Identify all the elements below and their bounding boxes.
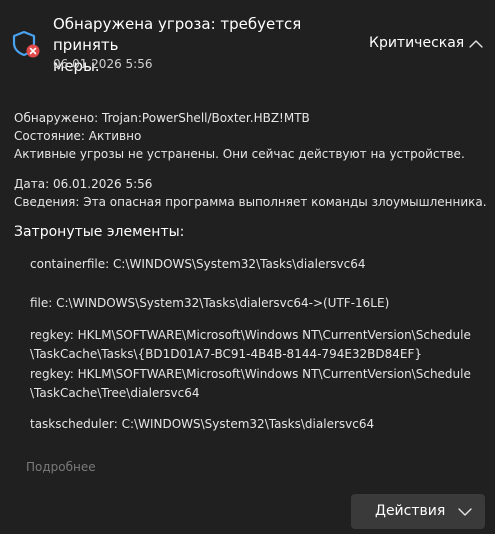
affected-item: file: C:\WINDOWS\System32\Tasks\dialersv… — [30, 294, 480, 313]
detected-value: Trojan:PowerShell/Boxter.HBZ!MTB — [102, 111, 310, 125]
info-label: Сведения: — [14, 195, 80, 209]
chevron-down-icon — [458, 508, 472, 516]
status-row: Состояние: Активно — [14, 129, 141, 143]
date-label: Дата: — [14, 177, 50, 191]
threat-date: 06.01.2026 5:56 — [53, 57, 153, 71]
info-value: Эта опасная программа выполняет команды … — [83, 195, 487, 209]
affected-item-line1: taskscheduler: C:\WINDOWS\System32\Tasks… — [30, 417, 375, 431]
affected-item-line1: regkey: HKLM\SOFTWARE\Microsoft\Windows … — [30, 367, 471, 381]
threat-title-line1: Обнаружена угроза: требуется принять — [53, 15, 302, 54]
threat-header: Обнаружена угроза: требуется принять мер… — [0, 0, 495, 90]
date-value: 06.01.2026 5:56 — [52, 177, 153, 191]
date-row: Дата: 06.01.2026 5:56 — [14, 177, 152, 191]
actions-button[interactable]: Действия — [351, 494, 485, 529]
detected-row: Обнаружено: Trojan:PowerShell/Boxter.HBZ… — [14, 111, 310, 125]
affected-item-line2: \TaskCache\Tasks\{BD1D01A7-BC91-4B4B-814… — [30, 347, 423, 361]
actions-button-label: Действия — [375, 503, 446, 519]
chevron-up-icon[interactable] — [466, 34, 486, 54]
shield-alert-icon — [12, 30, 40, 58]
more-details-link[interactable]: Подробнее — [26, 460, 96, 474]
affected-item-line1: regkey: HKLM\SOFTWARE\Microsoft\Windows … — [30, 328, 471, 342]
status-value: Активно — [88, 129, 142, 143]
affected-items-title: Затронутые элементы: — [14, 224, 185, 240]
affected-item-line1: containerfile: C:\WINDOWS\System32\Tasks… — [30, 257, 366, 271]
affected-item-line2: \TaskCache\Tree\dialersvc64 — [30, 386, 200, 400]
affected-item: regkey: HKLM\SOFTWARE\Microsoft\Windows … — [30, 326, 480, 364]
affected-item: taskscheduler: C:\WINDOWS\System32\Tasks… — [30, 415, 480, 434]
affected-item-line1: file: C:\WINDOWS\System32\Tasks\dialersv… — [30, 296, 390, 310]
detected-label: Обнаружено: — [14, 111, 99, 125]
status-note: Активные угрозы не устранены. Они сейчас… — [14, 147, 465, 161]
status-label: Состояние: — [14, 129, 85, 143]
affected-item: containerfile: C:\WINDOWS\System32\Tasks… — [30, 255, 480, 274]
affected-item: regkey: HKLM\SOFTWARE\Microsoft\Windows … — [30, 365, 480, 403]
severity-label: Критическая — [369, 35, 465, 51]
info-row: Сведения: Эта опасная программа выполняе… — [14, 195, 487, 209]
